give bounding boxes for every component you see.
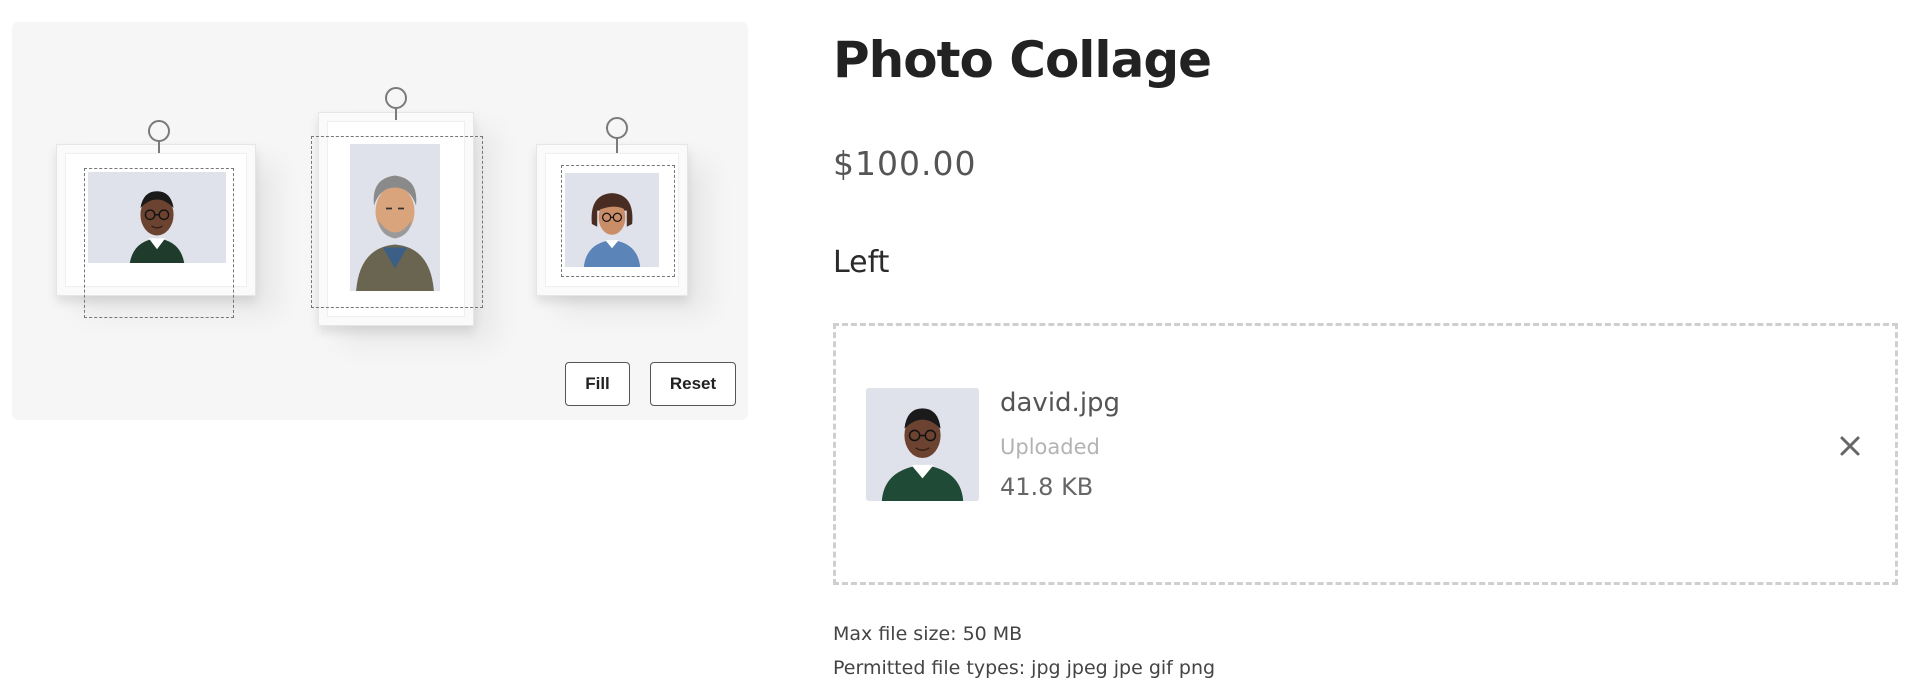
- center-hanger-ring[interactable]: [385, 87, 407, 109]
- file-status: Uploaded: [1000, 435, 1100, 459]
- file-size: 41.8 KB: [1000, 473, 1094, 501]
- collage-preview-panel: Fill Reset: [12, 22, 748, 420]
- remove-file-button[interactable]: [1834, 430, 1866, 462]
- product-price: $100.00: [833, 144, 977, 183]
- close-icon: [1840, 436, 1860, 456]
- file-name: david.jpg: [1000, 388, 1121, 418]
- right-crop-area[interactable]: [561, 165, 675, 277]
- permitted-types-note: Permitted file types: jpg jpeg jpe gif p…: [833, 657, 1216, 679]
- fill-button[interactable]: Fill: [565, 362, 630, 406]
- upload-field-label: Left: [833, 245, 890, 280]
- center-crop-area[interactable]: [311, 136, 483, 308]
- max-file-size-note: Max file size: 50 MB: [833, 623, 1023, 645]
- file-dropzone[interactable]: david.jpg Uploaded 41.8 KB: [833, 323, 1898, 585]
- left-crop-area[interactable]: [84, 168, 234, 318]
- right-hanger-ring[interactable]: [606, 117, 628, 139]
- left-hanger-ring[interactable]: [148, 120, 170, 142]
- reset-button[interactable]: Reset: [650, 362, 736, 406]
- file-thumbnail: [866, 388, 979, 501]
- product-title: Photo Collage: [833, 31, 1212, 89]
